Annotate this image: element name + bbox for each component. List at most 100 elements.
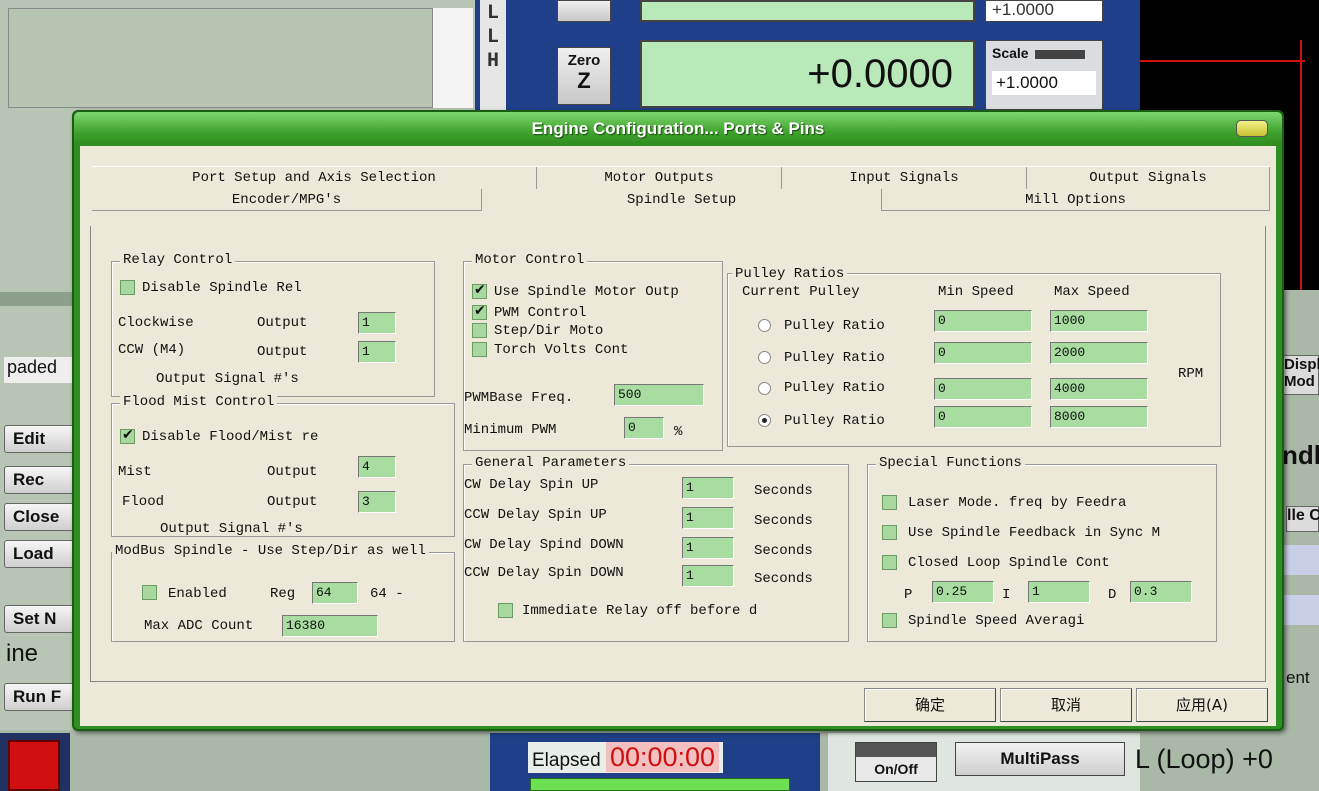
pulley-4-min-field[interactable]: 0 [934, 406, 1032, 428]
spindle-feedback-checkbox[interactable] [882, 525, 897, 540]
pulley-2-max-field[interactable]: 2000 [1050, 342, 1148, 364]
checkbox-label: Closed Loop Spindle Cont [908, 555, 1110, 571]
load-gcode-button[interactable]: Load [4, 540, 76, 568]
mist-output-field[interactable]: 4 [358, 456, 396, 478]
dro-letter: L [486, 2, 499, 25]
left-divider [0, 292, 78, 306]
signal-note: Output Signal #'s [156, 371, 299, 387]
step-dir-motor-checkbox[interactable] [472, 323, 487, 338]
pulley-radio-2[interactable] [758, 351, 771, 364]
flood-mist-group: Flood Mist Control Disable Flood/Mist re… [111, 394, 455, 537]
ccw-spin-up-field[interactable]: 1 [682, 507, 734, 529]
param-label: CCW Delay Spin DOWN [464, 565, 624, 581]
torch-volts-checkbox[interactable] [472, 342, 487, 357]
pulley-4-max-field[interactable]: 8000 [1050, 406, 1148, 428]
set-next-line-button[interactable]: Set N [4, 605, 76, 633]
display-mode-label: Displ [1284, 356, 1319, 373]
zero-z-button[interactable]: Zero Z [557, 47, 611, 105]
right-slider[interactable] [1280, 545, 1319, 575]
disable-flood-mist-checkbox[interactable] [120, 427, 135, 444]
tab-input-signals[interactable]: Input Signals [782, 167, 1027, 189]
scale-value[interactable]: +1.0000 [992, 71, 1096, 95]
reg-field[interactable]: 64 [312, 582, 358, 604]
recent-file-button[interactable]: Rec [4, 466, 76, 494]
right-slider[interactable] [1280, 595, 1319, 625]
background-panel [8, 8, 433, 108]
min-pwm-label: Minimum PWM [464, 422, 557, 438]
max-adc-field[interactable]: 16380 [282, 615, 378, 637]
pulley-3-min-field[interactable]: 0 [934, 378, 1032, 400]
flood-output-field[interactable]: 3 [358, 491, 396, 513]
dro-letter: H [486, 50, 499, 73]
pwm-base-label: PWMBase Freq. [464, 390, 574, 406]
cycle-button[interactable]: lle C [1286, 506, 1319, 532]
ccw-output-field[interactable]: 1 [358, 341, 396, 363]
use-spindle-motor-checkbox[interactable] [472, 282, 487, 299]
cancel-button[interactable]: 取消 [1000, 688, 1132, 722]
seconds-label: Seconds [754, 483, 813, 499]
ccw-label: CCW (M4) [118, 342, 186, 358]
onoff-button[interactable]: On/Off [855, 742, 937, 782]
checkbox-label: Torch Volts Cont [494, 342, 629, 358]
loop-value[interactable]: +0 [1242, 744, 1273, 774]
tab-output-signals[interactable]: Output Signals [1027, 167, 1270, 189]
tab-encoder-mpg[interactable]: Encoder/MPG's [92, 189, 482, 211]
group-title: General Parameters [472, 455, 630, 471]
tab-content: Relay Control Disable Spindle Rel Clockw… [90, 226, 1266, 682]
close-icon[interactable] [1236, 120, 1268, 137]
edit-gcode-button[interactable]: Edit [4, 425, 76, 453]
loaded-file-label: paded [4, 357, 78, 383]
cw-output-field[interactable]: 1 [358, 312, 396, 334]
max-speed-label: Max Speed [1054, 284, 1130, 300]
flood-label: Flood [122, 494, 165, 510]
speed-averaging-checkbox[interactable] [882, 613, 897, 628]
elapsed-label: Elapsed [532, 750, 601, 771]
cycle-start-button[interactable] [530, 778, 790, 791]
p-gain-field[interactable]: 0.25 [932, 581, 994, 603]
checkbox-label: Use Spindle Feedback in Sync M [908, 525, 1161, 541]
modbus-enabled-checkbox[interactable] [142, 585, 157, 600]
pulley-radio-3[interactable] [758, 382, 771, 395]
dro-top-button[interactable] [557, 0, 611, 22]
reset-button[interactable] [8, 740, 60, 791]
immediate-relay-off-checkbox[interactable] [498, 603, 513, 618]
dialog-title-bar[interactable]: Engine Configuration... Ports & Pins [74, 112, 1282, 146]
laser-mode-checkbox[interactable] [882, 495, 897, 510]
ok-button[interactable]: 确定 [864, 688, 996, 722]
pwm-base-field[interactable]: 500 [614, 384, 704, 406]
closed-loop-checkbox[interactable] [882, 555, 897, 570]
cw-spin-down-field[interactable]: 1 [682, 537, 734, 559]
cw-spin-up-field[interactable]: 1 [682, 477, 734, 499]
min-pwm-field[interactable]: 0 [624, 417, 664, 439]
checkbox-label: Disable Flood/Mist re [142, 429, 319, 445]
apply-button[interactable]: 应用(A) [1136, 688, 1268, 722]
d-gain-field[interactable]: 0.3 [1130, 581, 1192, 603]
ccw-spin-down-field[interactable]: 1 [682, 565, 734, 587]
tab-mill-options[interactable]: Mill Options [882, 189, 1270, 211]
tab-spindle-setup[interactable]: Spindle Setup [482, 189, 882, 211]
disable-spindle-relay-checkbox[interactable] [120, 280, 135, 295]
run-from-here-button[interactable]: Run F [4, 683, 76, 711]
scale-box: Scale +1.0000 [985, 40, 1103, 110]
checkbox-label: Step/Dir Moto [494, 323, 604, 339]
tab-motor-outputs[interactable]: Motor Outputs [537, 167, 782, 189]
reg-label: Reg [270, 586, 296, 602]
pwm-control-checkbox[interactable] [472, 303, 487, 320]
checkbox-label: Immediate Relay off before d [522, 603, 758, 619]
i-gain-field[interactable]: 1 [1028, 581, 1090, 603]
pulley-radio-1[interactable] [758, 319, 771, 332]
pulley-3-max-field[interactable]: 4000 [1050, 378, 1148, 400]
param-label: CCW Delay Spin UP [464, 507, 607, 523]
pulley-1-max-field[interactable]: 1000 [1050, 310, 1148, 332]
background-strip [433, 8, 473, 108]
seconds-label: Seconds [754, 513, 813, 529]
pulley-2-min-field[interactable]: 0 [934, 342, 1032, 364]
pulley-radio-4[interactable] [758, 414, 771, 427]
pulley-1-min-field[interactable]: 0 [934, 310, 1032, 332]
tab-port-setup[interactable]: Port Setup and Axis Selection [92, 167, 537, 189]
multipass-button[interactable]: MultiPass [955, 742, 1125, 776]
close-gcode-button[interactable]: Close [4, 503, 76, 531]
dro-axis-letters: L L H [480, 0, 506, 112]
display-mode-button[interactable]: Displ Mod [1283, 355, 1319, 395]
param-label: CW Delay Spin UP [464, 477, 599, 493]
